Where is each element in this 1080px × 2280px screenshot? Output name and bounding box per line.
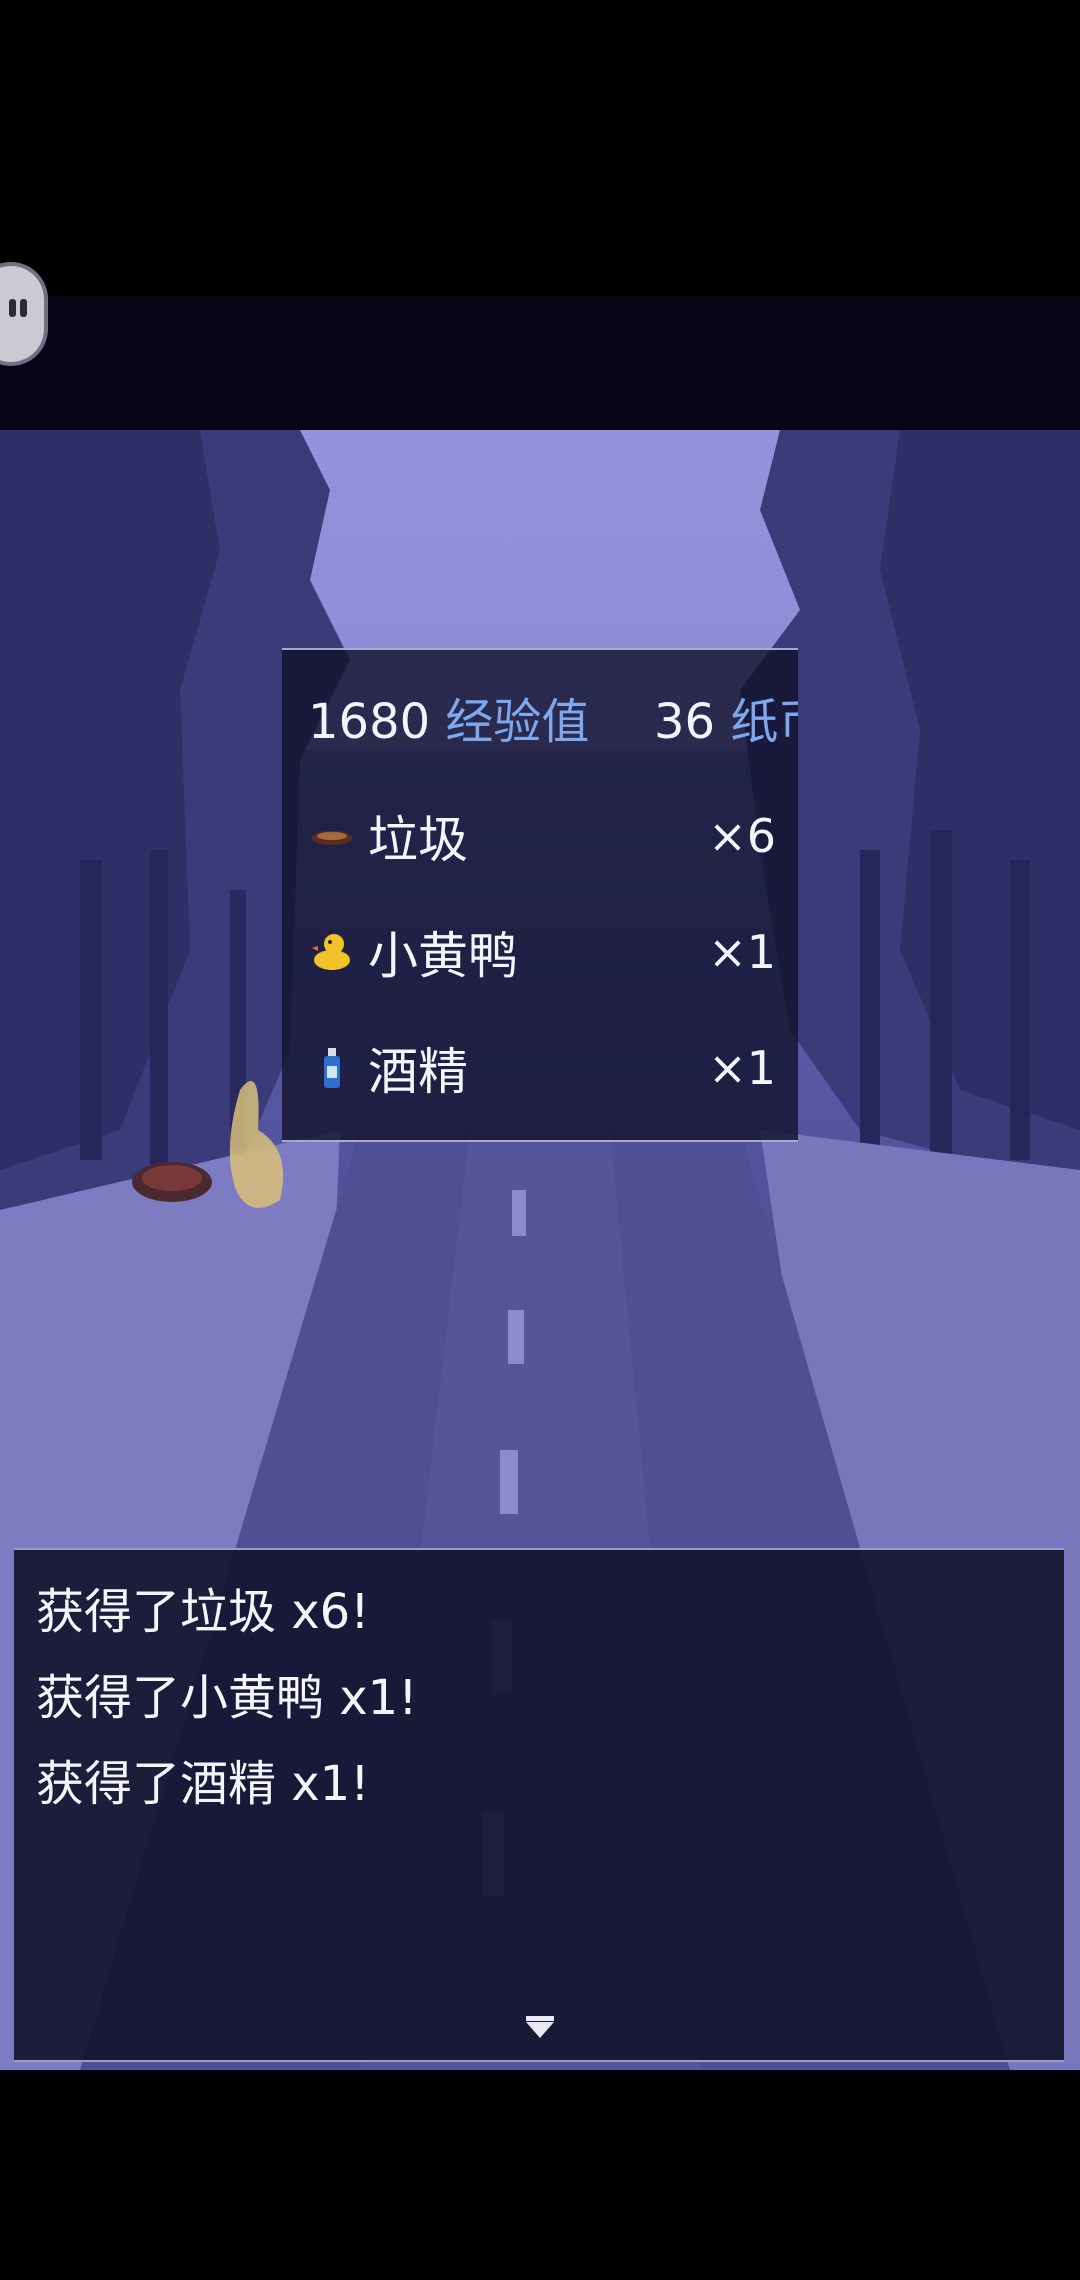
reward-window: 1680 经验值 36 纸币 垃圾 ×6 小黄鸭 ×1 酒精 ×1 xyxy=(282,648,798,1142)
message-line: 获得了垃圾 x6! xyxy=(36,1584,370,1640)
reward-item-qty: ×6 xyxy=(708,809,776,863)
bottom-black-bar xyxy=(0,2070,1080,2280)
exp-value: 1680 xyxy=(308,694,431,750)
continue-arrow-icon[interactable] xyxy=(526,2022,554,2038)
top-black-bar xyxy=(0,0,1080,296)
reward-item: 酒精 ×1 xyxy=(310,1028,776,1108)
reward-item-qty: ×1 xyxy=(708,925,776,979)
message-line: 获得了酒精 x1! xyxy=(36,1756,370,1812)
pause-button[interactable] xyxy=(0,266,44,362)
reward-item-name: 酒精 xyxy=(368,1043,468,1101)
message-line: 获得了小黄鸭 x1! xyxy=(36,1670,418,1726)
reward-item-name: 垃圾 xyxy=(368,811,468,869)
reward-item: 小黄鸭 ×1 xyxy=(310,912,776,992)
alcohol-bottle-icon xyxy=(324,1048,340,1088)
reward-item-name: 小黄鸭 xyxy=(368,927,518,985)
top-dark-strip xyxy=(0,296,1080,430)
money-unit: 纸币 xyxy=(730,694,798,750)
reward-item-qty: ×1 xyxy=(708,1041,776,1095)
reward-item: 垃圾 ×6 xyxy=(310,796,776,876)
pause-icon xyxy=(9,299,16,317)
money-value: 36 xyxy=(653,694,716,750)
reward-header: 1680 经验值 36 纸币 xyxy=(308,692,798,752)
rubber-duck-icon xyxy=(312,934,350,970)
trash-icon xyxy=(312,831,352,845)
exp-unit: 经验值 xyxy=(445,694,590,750)
message-window[interactable]: 获得了垃圾 x6! 获得了小黄鸭 x1! 获得了酒精 x1! xyxy=(14,1548,1064,2062)
